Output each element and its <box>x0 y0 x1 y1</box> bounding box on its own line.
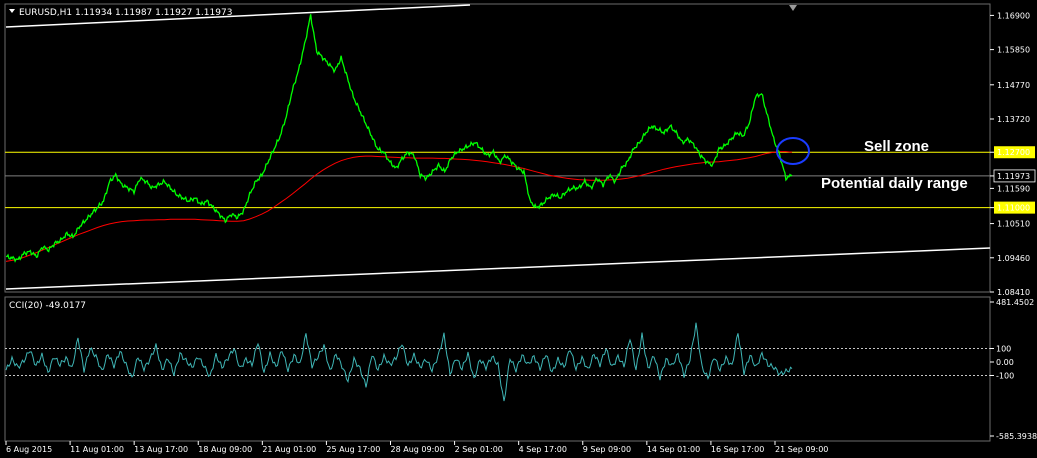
y-tick-label-6: 1.11590 <box>997 184 1030 193</box>
x-tick-label-7: 2 Sep 01:00 <box>455 445 503 454</box>
cci-y-tick-label-4: -585.3938 <box>996 432 1037 441</box>
cci-y-tick-label-0: 481.4502 <box>996 298 1034 307</box>
y-tick-label-8: 1.10510 <box>997 220 1030 229</box>
cci-plot-area <box>4 296 991 442</box>
x-tick-label-0: 6 Aug 2015 <box>6 445 52 454</box>
sell-zone-annotation: Sell zone <box>864 138 929 155</box>
x-tick-label-8: 4 Sep 17:00 <box>519 445 567 454</box>
y-tick-label-4: 1.12700 <box>997 148 1030 157</box>
cci-y-tick-label-3: -100 <box>996 371 1014 380</box>
x-tick-label-12: 21 Sep 09:00 <box>775 445 828 454</box>
y-tick-label-0: 1.16900 <box>997 11 1030 20</box>
y-tick-label-9: 1.09460 <box>997 254 1030 263</box>
x-tick-label-1: 11 Aug 01:00 <box>70 445 124 454</box>
chart-root: 1.16900 1.15850 1.14770 1.13720 1.12700 1.119… <box>4 3 1037 454</box>
y-tick-label-10: 1.08410 <box>997 288 1030 297</box>
y-tick-label-3: 1.13720 <box>997 115 1030 124</box>
x-tick-label-3: 18 Aug 09:00 <box>198 445 252 454</box>
y-tick-label-2: 1.14770 <box>997 81 1030 90</box>
x-tick-label-2: 13 Aug 17:00 <box>134 445 188 454</box>
y-tick-label-7: 1.11000 <box>997 204 1030 213</box>
daily-range-annotation: Potential daily range <box>821 175 968 192</box>
cci-y-tick-label-2: 0.00 <box>996 358 1014 367</box>
y-tick-label-1: 1.15850 <box>997 46 1030 55</box>
x-tick-label-9: 9 Sep 09:00 <box>583 445 631 454</box>
main-plot-area <box>4 3 991 293</box>
x-tick-label-10: 14 Sep 01:00 <box>647 445 700 454</box>
x-tick-label-5: 25 Aug 17:00 <box>326 445 380 454</box>
main-chart-title: EURUSD,H1 1.11934 1.11987 1.11927 1.1197… <box>19 8 232 18</box>
y-tick-label-5: 1.11973 <box>997 172 1030 181</box>
cci-chart-title: CCI(20) -49.0177 <box>9 301 86 311</box>
x-tick-label-6: 28 Aug 09:00 <box>391 445 445 454</box>
x-tick-label-4: 21 Aug 01:00 <box>262 445 316 454</box>
cci-y-tick-label-1: 100 <box>996 344 1011 353</box>
x-tick-label-11: 16 Sep 17:00 <box>711 445 764 454</box>
